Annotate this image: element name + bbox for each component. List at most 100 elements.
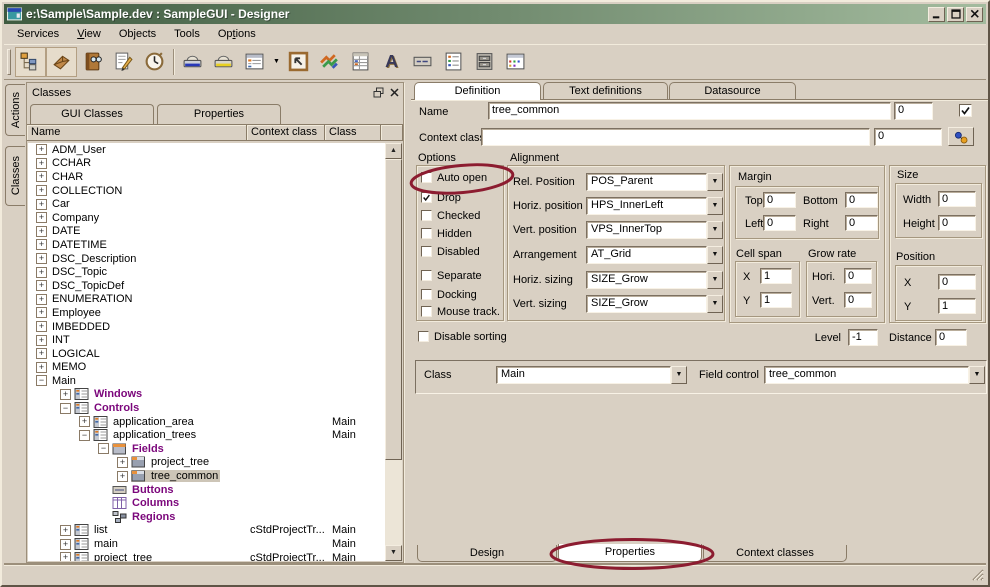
tree-row[interactable]: +project_tree (28, 456, 385, 470)
checkbox-hidden[interactable] (421, 228, 432, 239)
checkbox-docking[interactable] (421, 289, 432, 300)
context-class-number-input[interactable]: 0 (874, 128, 942, 146)
tree-toggle[interactable]: + (60, 389, 71, 400)
checkbox-auto-open[interactable] (421, 172, 432, 183)
tree-item[interactable]: INT (50, 334, 72, 346)
tree-item[interactable]: ENUMERATION (50, 293, 134, 305)
tree-item[interactable]: Windows (74, 388, 144, 400)
input-grow-rate-hori[interactable]: 0 (844, 268, 872, 284)
eraser-button[interactable] (46, 47, 77, 77)
checkbox-drop[interactable] (421, 192, 432, 203)
scroll-down-button[interactable]: ▼ (385, 545, 402, 561)
tree-row[interactable]: +COLLECTION (28, 184, 385, 198)
tree-item[interactable]: MEMO (50, 361, 88, 373)
input-margin-right[interactable]: 0 (845, 215, 878, 231)
tree-item[interactable]: LOGICAL (50, 348, 102, 360)
list-button[interactable] (438, 47, 469, 77)
tree-row[interactable]: −Main (28, 374, 385, 388)
tree-item[interactable]: Columns (112, 497, 181, 509)
chevron-down-icon[interactable]: ▼ (969, 366, 985, 384)
combo-horiz-sizing[interactable]: SIZE_Grow▼ (586, 271, 723, 289)
close-panel-icon[interactable] (389, 87, 400, 98)
tree-toggle[interactable]: + (60, 525, 71, 536)
bottom-tab-design[interactable]: Design (417, 545, 557, 562)
tab-definition[interactable]: Definition (414, 82, 541, 100)
tree-row[interactable]: +Employee (28, 306, 385, 320)
tree-toggle[interactable]: + (79, 416, 90, 427)
input-size-width[interactable]: 0 (938, 191, 976, 207)
maximize-button[interactable] (947, 7, 964, 22)
tree-item[interactable]: tree_common (131, 470, 220, 482)
input-position-y[interactable]: 1 (938, 298, 976, 314)
tree-item[interactable]: DSC_Description (50, 253, 138, 265)
tree-row[interactable]: −Controls (28, 401, 385, 415)
book-button[interactable] (77, 47, 108, 77)
font-button[interactable]: AA (376, 47, 407, 77)
tree-toggle[interactable]: + (36, 335, 47, 346)
tree-item[interactable]: application_area (93, 416, 196, 428)
scroll-up-button[interactable]: ▲ (385, 143, 402, 159)
tree-toggle[interactable]: + (36, 294, 47, 305)
clock-button[interactable] (139, 47, 170, 77)
tree-row[interactable]: Buttons (28, 483, 385, 497)
tree-toggle[interactable]: + (60, 552, 71, 561)
tree-item[interactable]: Car (50, 198, 72, 210)
input-cell-span-y[interactable]: 1 (760, 292, 792, 308)
chevron-down-icon[interactable]: ▼ (707, 295, 723, 313)
name-input[interactable]: tree_common (488, 102, 891, 120)
tree-toggle[interactable]: − (36, 375, 47, 386)
class-combo[interactable]: Main▼ (496, 366, 687, 384)
menu-item-options[interactable]: Options (209, 26, 265, 42)
tree-toggle[interactable]: + (36, 171, 47, 182)
tab-datasource[interactable]: Datasource (669, 82, 796, 99)
tree-row[interactable]: +listcStdProjectTr...Main (28, 524, 385, 538)
tree-toggle[interactable]: + (36, 348, 47, 359)
tree-item[interactable]: Company (50, 212, 101, 224)
chevron-down-icon[interactable]: ▼ (707, 197, 723, 215)
name-checkbox[interactable] (959, 104, 972, 117)
tree-row[interactable]: +DSC_Topic (28, 265, 385, 279)
close-button[interactable] (966, 7, 983, 22)
tree-item[interactable]: CHAR (50, 171, 85, 183)
tree-item[interactable]: Controls (74, 402, 141, 414)
chevron-down-icon[interactable]: ▼ (707, 221, 723, 239)
input-cell-span-x[interactable]: 1 (760, 268, 792, 284)
drawer-button[interactable] (469, 47, 500, 77)
tree-row[interactable]: +mainMain (28, 537, 385, 551)
tree-toggle[interactable]: + (36, 253, 47, 264)
tab-text-definitions[interactable]: Text definitions (543, 82, 668, 99)
tree-toggle[interactable]: + (36, 280, 47, 291)
tree-toggle[interactable]: + (36, 144, 47, 155)
table-button[interactable] (345, 47, 376, 77)
button-pad-button[interactable] (407, 47, 438, 77)
tree-toggle[interactable]: + (36, 226, 47, 237)
level-input[interactable]: -1 (848, 329, 878, 346)
window-dots-button[interactable] (500, 47, 531, 77)
disable-sorting-checkbox[interactable] (418, 331, 429, 342)
tree-row[interactable]: −application_treesMain (28, 428, 385, 442)
tree-row[interactable]: +DSC_TopicDef (28, 279, 385, 293)
ribbon-button[interactable] (314, 47, 345, 77)
tree-item[interactable]: DSC_TopicDef (50, 280, 126, 292)
bottom-tab-properties[interactable]: Properties (558, 544, 702, 562)
context-class-input[interactable] (481, 128, 870, 146)
drive-yellow-button[interactable] (208, 47, 239, 77)
tree-row[interactable]: +IMBEDDED (28, 320, 385, 334)
tree-row[interactable]: +ENUMERATION (28, 293, 385, 307)
tree-toggle[interactable]: + (36, 199, 47, 210)
drive-blue-button[interactable] (177, 47, 208, 77)
chevron-down-icon[interactable]: ▼ (707, 271, 723, 289)
menu-item-services[interactable]: Services (8, 26, 68, 42)
name-number-input[interactable]: 0 (894, 102, 933, 120)
tree-item[interactable]: project_tree (131, 456, 211, 468)
tree-row[interactable]: +LOGICAL (28, 347, 385, 361)
tree-toggle[interactable]: + (117, 471, 128, 482)
input-position-x[interactable]: 0 (938, 274, 976, 290)
tree-row[interactable]: +tree_common (28, 469, 385, 483)
input-grow-rate-vert[interactable]: 0 (844, 292, 872, 308)
checkbox-mouse-track[interactable] (421, 306, 432, 317)
tree-row[interactable]: Regions (28, 510, 385, 524)
tree-item[interactable]: DATE (50, 225, 83, 237)
tree-scrollbar[interactable]: ▲ ▼ (385, 143, 402, 561)
combo-vert-position[interactable]: VPS_InnerTop▼ (586, 221, 723, 239)
